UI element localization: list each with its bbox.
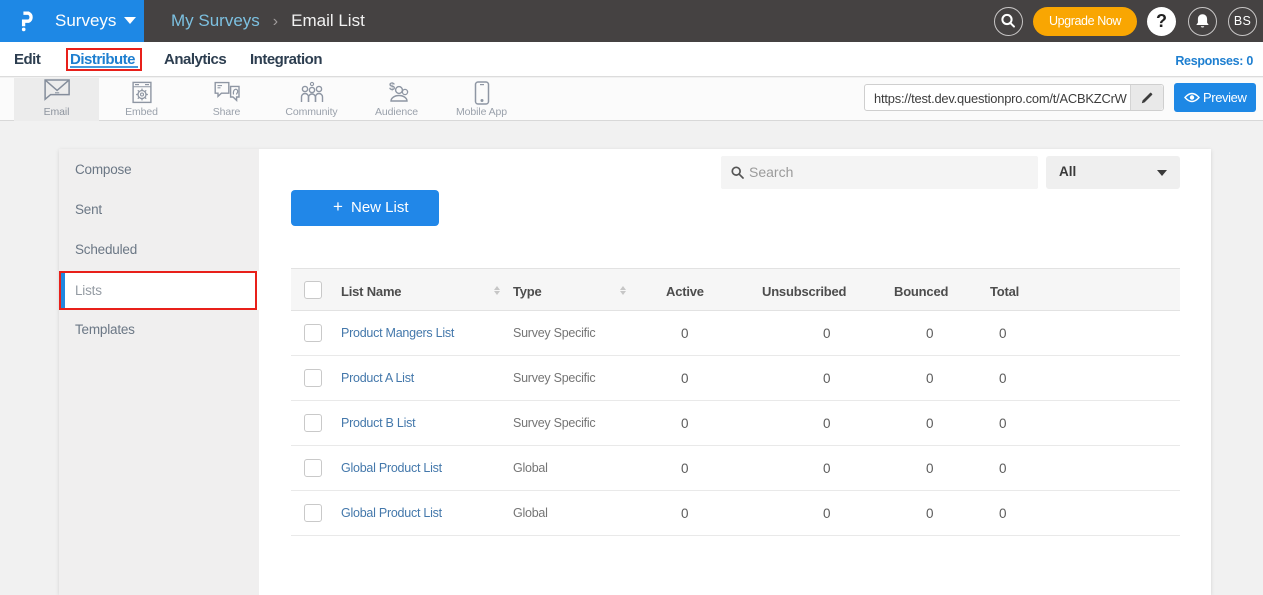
svg-text:$: $ xyxy=(389,81,395,93)
